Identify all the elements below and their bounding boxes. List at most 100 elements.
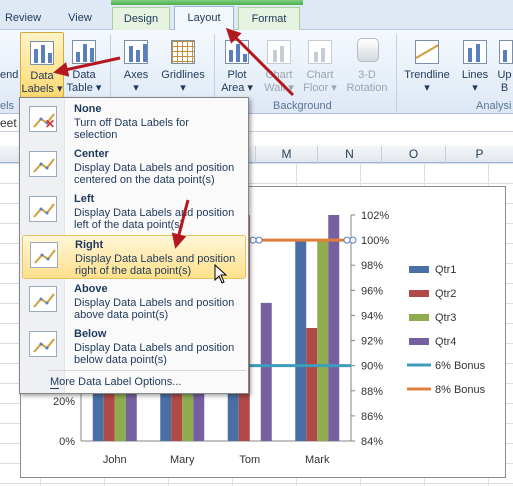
column-header-o[interactable]: O	[381, 146, 445, 163]
legend-icon	[1, 36, 15, 66]
category-label: John	[103, 454, 127, 466]
menu-item-description-line: Turn off Data Labels for	[74, 117, 189, 129]
data-labels-button[interactable]: Data Labels ▾	[20, 32, 64, 98]
tab-format[interactable]: Format	[238, 7, 300, 30]
3d-rotation-icon	[351, 36, 383, 66]
legend-button-partial[interactable]: end	[0, 36, 18, 82]
plot-area-button[interactable]: Plot Area ▾	[218, 36, 256, 95]
selection-handle	[343, 236, 351, 244]
menu-item-left[interactable]: Left Display Data Labels and position left…	[22, 190, 246, 234]
legend-entry: 6% Bonus	[435, 360, 486, 372]
legend-swatch-qtr4	[409, 338, 429, 345]
right-axis-tick-label: 88%	[361, 386, 383, 398]
menu-item-description-line: Display Data Labels and position	[74, 162, 235, 174]
data-labels-menu: ✕ None Turn off Data Labels for selection Ce…	[19, 97, 249, 394]
right-axis-tick-label: 86%	[361, 411, 383, 423]
data-table-icon	[68, 36, 100, 66]
menu-item-above[interactable]: Above Display Data Labels and position abo…	[22, 280, 246, 324]
chevron-down-icon: ▾	[331, 82, 337, 94]
category-label: Mary	[170, 454, 195, 466]
menu-item-title: Below	[74, 328, 107, 340]
menu-item-description: Display Data Labels and position above da…	[74, 297, 246, 321]
menu-item-title: Center	[74, 148, 109, 160]
plot-area-icon	[221, 36, 253, 66]
data-labels-left-icon	[29, 196, 57, 222]
lines-button[interactable]: Lines ▾	[456, 36, 494, 95]
chart-tools-context-bar	[111, 0, 303, 5]
gridlines-button[interactable]: Gridlines ▾	[158, 36, 208, 95]
column-header-n[interactable]: N	[317, 146, 381, 163]
left-axis-tick-label: 20%	[53, 396, 75, 408]
up-down-bars-icon	[497, 36, 513, 66]
chart-floor-icon	[304, 36, 336, 66]
menu-item-description-line: centered on the data point(s)	[74, 174, 215, 186]
more-options-label-rest: ore Data Label Options...	[59, 376, 182, 388]
chart-wall-button[interactable]: Chart Wall ▾	[260, 36, 298, 95]
more-data-label-options-item[interactable]: More Data Label Options...	[50, 376, 182, 389]
menu-item-none[interactable]: ✕ None Turn off Data Labels for selection	[22, 100, 246, 144]
chevron-down-icon: ▾	[133, 82, 139, 94]
up-down-bars-button-partial[interactable]: Up B	[496, 36, 513, 95]
chart-floor-button[interactable]: Chart Floor ▾	[300, 36, 340, 95]
chevron-down-icon: ▾	[247, 82, 253, 94]
selection-handle	[249, 236, 257, 244]
menu-item-description-line: Display Data Labels and position	[74, 207, 235, 219]
chevron-down-icon: ▾	[95, 82, 102, 94]
category-label: Mark	[305, 454, 330, 466]
data-labels-icon	[26, 37, 58, 67]
menu-item-description-line: selection	[74, 129, 118, 141]
column-header-m[interactable]: M	[255, 146, 317, 163]
right-axis-tick-label: 84%	[361, 436, 383, 448]
bar-qtr4-mark	[328, 215, 340, 441]
data-labels-center-icon	[29, 151, 57, 177]
left-axis-tick-label: 0%	[59, 436, 75, 448]
right-axis-tick-label: 102%	[361, 210, 389, 222]
right-axis-tick-label: 90%	[361, 361, 383, 373]
legend-swatch-qtr2	[409, 290, 429, 297]
data-labels-above-icon	[29, 286, 57, 312]
right-axis-tick-label: 94%	[361, 310, 383, 322]
legend-entry: Qtr3	[435, 312, 456, 324]
menu-item-center[interactable]: Center Display Data Labels and position ce…	[22, 145, 246, 189]
bar-qtr4-tom	[260, 302, 272, 441]
bar-qtr1-mark	[295, 240, 307, 441]
menu-item-title: Left	[74, 193, 95, 205]
bar-qtr3-mark	[317, 240, 329, 441]
menu-item-below[interactable]: Below Display Data Labels and position bel…	[22, 325, 246, 369]
legend-swatch-qtr1	[409, 266, 429, 273]
3d-rotation-button[interactable]: 3-D Rotation	[342, 36, 392, 95]
menu-item-description-line: Display Data Labels and position	[74, 297, 235, 309]
menu-item-right[interactable]: Right Display Data Labels and position rig…	[22, 235, 246, 279]
axes-icon	[120, 36, 152, 66]
selection-handle	[255, 236, 263, 244]
legend-entry: 8% Bonus	[435, 384, 486, 396]
axes-button[interactable]: Axes ▾	[116, 36, 156, 95]
data-table-button[interactable]: Data Table ▾	[66, 36, 102, 95]
chevron-down-icon: ▾	[56, 83, 63, 95]
chart-wall-icon	[263, 36, 295, 66]
right-axis-tick-label: 100%	[361, 235, 389, 247]
trendline-button[interactable]: Trendline ▾	[400, 36, 454, 95]
tab-layout[interactable]: Layout	[174, 6, 234, 31]
right-axis-tick-label: 98%	[361, 260, 383, 272]
mouse-cursor-icon	[214, 263, 228, 287]
data-labels-right-icon	[30, 242, 58, 268]
column-header-p[interactable]: P	[445, 146, 513, 163]
trendline-icon	[411, 36, 443, 66]
labels-group-label: els	[0, 100, 15, 112]
legend-entry: Qtr4	[435, 336, 456, 348]
tab-view[interactable]: View	[56, 7, 104, 30]
bar-qtr2-mark	[306, 328, 318, 441]
selection-handle	[349, 236, 357, 244]
right-axis-tick-label: 92%	[361, 336, 383, 348]
tab-review[interactable]: Review	[0, 7, 46, 30]
menu-item-description-line: above data point(s)	[74, 309, 169, 321]
menu-item-description-line: below data point(s)	[74, 354, 167, 366]
analysis-group-label: Analysi	[476, 100, 512, 112]
data-labels-none-icon: ✕	[29, 106, 57, 132]
menu-item-description-line: Display Data Labels and position	[74, 342, 235, 354]
menu-item-description-line: left of the data point(s)	[74, 219, 184, 231]
background-group-label: Background	[273, 100, 332, 112]
tab-design[interactable]: Design	[112, 7, 170, 30]
menu-item-description: Display Data Labels and position left of …	[74, 207, 246, 231]
